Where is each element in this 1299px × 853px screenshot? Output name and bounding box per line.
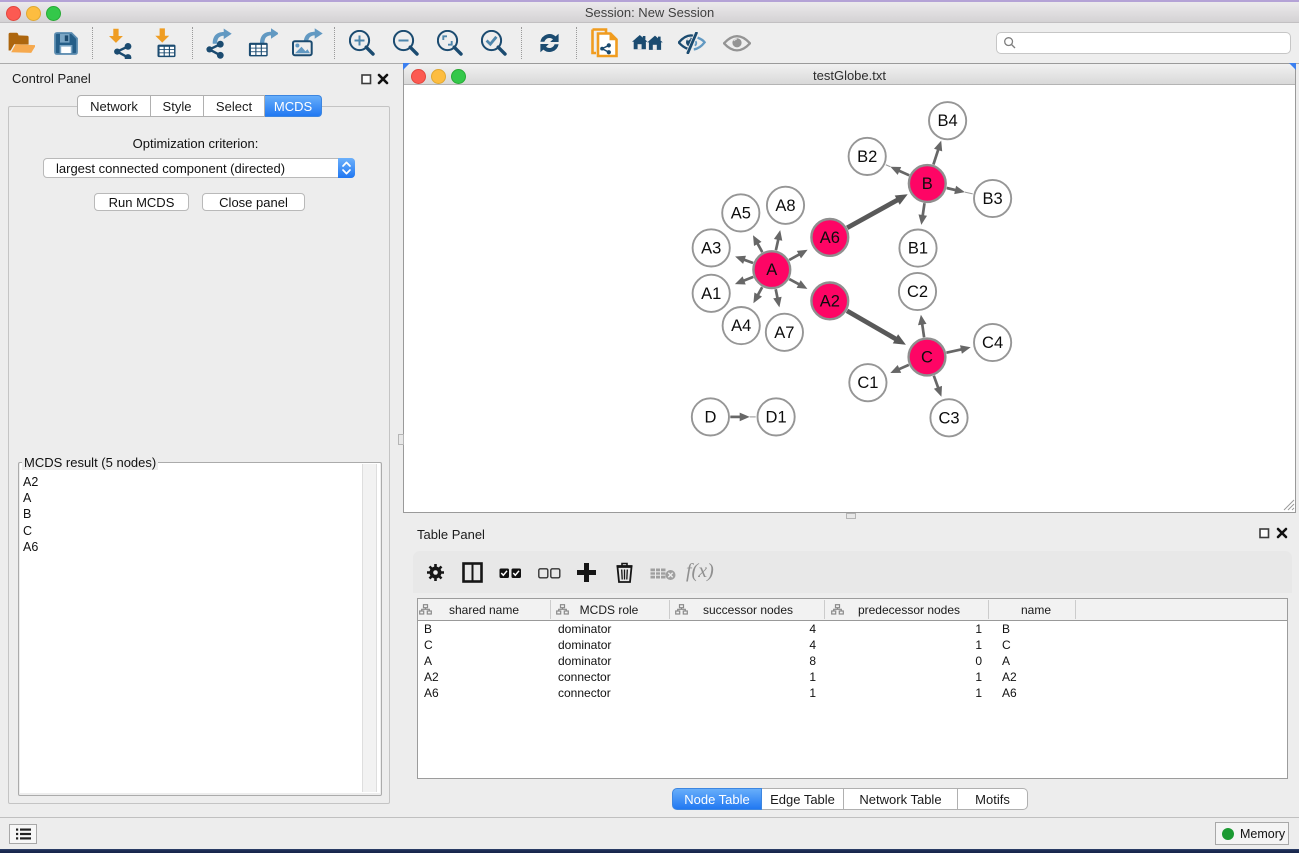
svg-text:A8: A8 xyxy=(775,197,795,215)
svg-text:D1: D1 xyxy=(766,408,787,426)
svg-text:C2: C2 xyxy=(907,283,928,301)
svg-text:B4: B4 xyxy=(938,112,958,130)
svg-text:A5: A5 xyxy=(731,204,751,222)
svg-text:C1: C1 xyxy=(857,374,878,392)
svg-text:C: C xyxy=(921,349,933,367)
svg-text:A6: A6 xyxy=(820,229,840,247)
svg-text:A2: A2 xyxy=(820,292,840,310)
svg-text:A: A xyxy=(766,261,777,279)
svg-text:B3: B3 xyxy=(983,190,1003,208)
svg-text:A4: A4 xyxy=(731,317,751,335)
svg-text:D: D xyxy=(704,408,716,426)
svg-text:A1: A1 xyxy=(701,285,721,303)
svg-text:A7: A7 xyxy=(774,324,794,342)
svg-text:B: B xyxy=(922,175,933,193)
svg-text:C3: C3 xyxy=(938,409,959,427)
svg-text:C4: C4 xyxy=(982,334,1003,352)
svg-text:B2: B2 xyxy=(857,148,877,166)
svg-text:A3: A3 xyxy=(701,239,721,257)
svg-text:B1: B1 xyxy=(908,240,928,258)
